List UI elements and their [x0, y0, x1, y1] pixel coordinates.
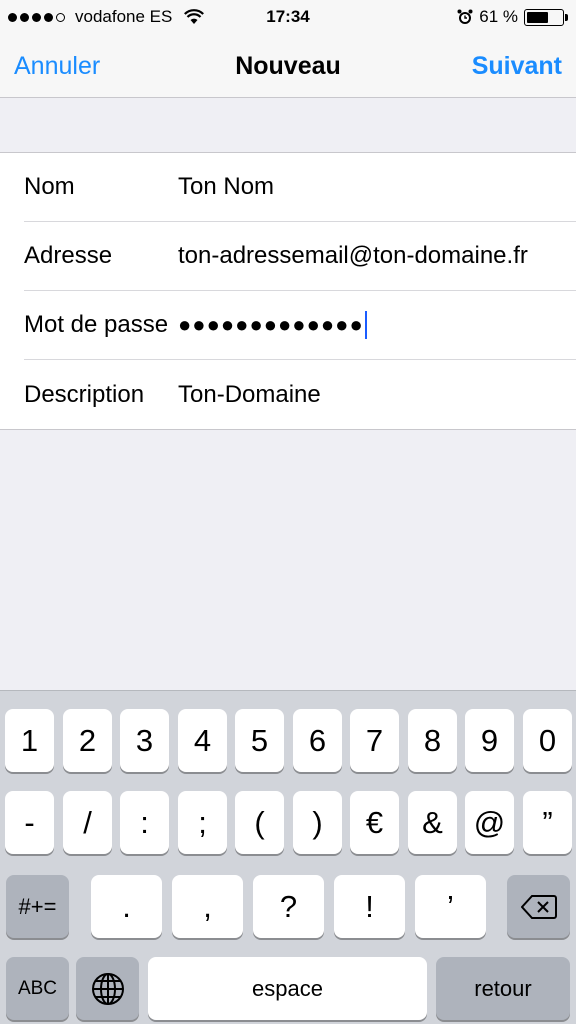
delete-key[interactable] — [507, 875, 570, 938]
return-key[interactable]: retour — [436, 957, 570, 1020]
space-key[interactable]: espace — [148, 957, 427, 1020]
key-5-row2[interactable]: ( — [235, 791, 284, 854]
email-field[interactable]: ton-adressemail@ton-domaine.fr — [178, 242, 528, 270]
password-label: Mot de passe — [24, 311, 169, 338]
globe-icon — [91, 972, 124, 1005]
key-7-row1[interactable]: 7 — [350, 709, 399, 772]
key-8-row2[interactable]: & — [408, 791, 457, 854]
key-5-row1[interactable]: 5 — [235, 709, 284, 772]
keyboard: #+= ABC espace retour 1 2 3 4 5 6 7 8 9 0 - /:;() € &… — [0, 690, 576, 1024]
password-field[interactable]: ●●●●●●●●●●●●● — [178, 312, 364, 337]
key-2-row3[interactable]: , — [172, 875, 243, 938]
password-row[interactable]: Mot de passe ●●●●●●●●●●●●● — [24, 291, 576, 360]
key-2-row1[interactable]: 2 — [63, 709, 112, 772]
globe-key[interactable] — [76, 957, 139, 1020]
key-4-row1[interactable]: 4 — [178, 709, 227, 772]
name-label: Nom — [24, 173, 75, 200]
name-row[interactable]: Nom Ton Nom — [24, 153, 576, 222]
key-4-row2[interactable]: ; — [178, 791, 227, 854]
navigation-bar: Annuler Nouveau Suivant — [0, 40, 576, 98]
key-6-row2[interactable]: ) — [293, 791, 342, 854]
key-1-row2[interactable]: - — [5, 791, 54, 854]
description-label: Description — [24, 380, 145, 408]
backspace-icon — [520, 894, 557, 919]
key-1-row3[interactable]: . — [91, 875, 162, 938]
battery-icon — [524, 8, 568, 26]
key-3-row1[interactable]: 3 — [120, 709, 169, 772]
address-row[interactable]: Adresse ton-adressemail@ton-domaine.fr — [24, 222, 576, 291]
key-1-row1[interactable]: 1 — [5, 709, 54, 772]
key-3-row3[interactable]: ? — [253, 875, 324, 938]
next-button[interactable]: Suivant — [472, 52, 562, 81]
status-bar: vodafone ES 17:34 61 % — [0, 0, 576, 40]
key-5-row3[interactable]: ’ — [415, 875, 486, 938]
abc-key[interactable]: ABC — [6, 957, 69, 1020]
name-field[interactable]: Ton Nom — [178, 173, 274, 201]
alarm-clock-icon — [457, 9, 473, 24]
key-8-row1[interactable]: 8 — [408, 709, 457, 772]
key-3-row2[interactable]: : — [120, 791, 169, 854]
description-field[interactable]: Ton-Domaine — [178, 381, 321, 409]
key-2-row2[interactable]: / — [63, 791, 112, 854]
status-right: 61 % — [457, 7, 568, 27]
key-9-row1[interactable]: 9 — [465, 709, 514, 772]
key-4-row3[interactable]: ! — [334, 875, 405, 938]
key-9-row2[interactable]: @ — [465, 791, 514, 854]
address-label: Adresse — [24, 242, 113, 269]
key-10-row1[interactable]: 0 — [523, 709, 572, 772]
battery-fill — [527, 11, 548, 23]
battery-percent: 61 % — [479, 7, 518, 26]
key-7-row2[interactable]: € — [350, 791, 399, 854]
password-field-wrap[interactable]: ●●●●●●●●●●●●● — [178, 311, 367, 340]
account-form: Nom Ton Nom Adresse ton-adressemail@ton-… — [0, 152, 576, 430]
key-6-row1[interactable]: 6 — [293, 709, 342, 772]
symbols-toggle-key[interactable]: #+= — [6, 875, 69, 938]
text-cursor — [364, 311, 367, 340]
key-10-row2[interactable]: ” — [523, 791, 572, 854]
description-row[interactable]: Description Ton-Domaine — [24, 360, 576, 429]
